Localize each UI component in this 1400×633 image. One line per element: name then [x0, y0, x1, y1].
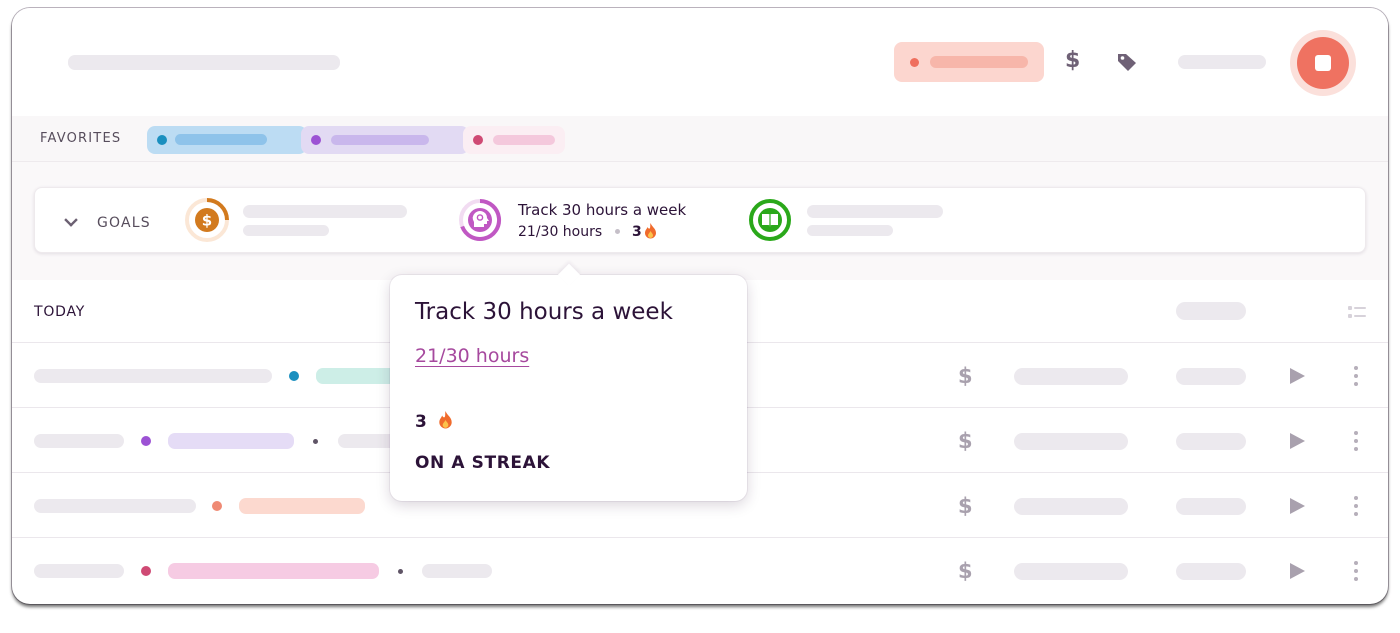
goal-meditation-head-icon[interactable]: [458, 198, 502, 242]
goal-title-placeholder: [243, 205, 407, 218]
project-dot: [157, 135, 167, 145]
project-dot: [311, 135, 321, 145]
entry-duration-placeholder: [1176, 498, 1246, 515]
billable-dollar-icon[interactable]: $: [958, 559, 973, 583]
separator-dot: [398, 569, 403, 574]
stop-button-core: [1297, 37, 1349, 89]
goal-title[interactable]: Track 30 hours a week: [518, 201, 686, 219]
goals-label: GOALS: [97, 215, 151, 231]
favorites-bar: FAVORITES: [12, 116, 1388, 162]
project-placeholder: [239, 498, 365, 514]
tag-icon[interactable]: [1116, 52, 1138, 72]
more-icon[interactable]: [1354, 366, 1358, 386]
more-icon[interactable]: [1354, 561, 1358, 581]
stop-timer-button[interactable]: [1290, 30, 1356, 96]
entry-duration-placeholder: [1176, 563, 1246, 580]
timer-description-placeholder: [930, 56, 1028, 68]
entry-time-range-placeholder: [1014, 563, 1128, 580]
goals-card: GOALS $ Track 30 hours a week 21/30 hour…: [34, 187, 1366, 253]
header-title-placeholder: [68, 55, 340, 70]
favorite-label-placeholder: [493, 135, 555, 145]
running-timer-entry[interactable]: [894, 42, 1044, 82]
favorites-label: FAVORITES: [40, 131, 122, 146]
goal-book-icon[interactable]: [748, 198, 792, 242]
favorite-label-placeholder: [175, 134, 267, 145]
fire-icon: [439, 411, 452, 429]
favorite-item[interactable]: [463, 126, 565, 154]
project-dot: [141, 436, 151, 446]
goal-progress: 21/30 hours: [518, 224, 603, 240]
entry-time-range-placeholder: [1014, 498, 1128, 515]
favorite-item[interactable]: [147, 126, 307, 154]
project-dot: [212, 501, 222, 511]
popover-progress-link[interactable]: 21/30 hours: [415, 345, 529, 367]
goal-popover: Track 30 hours a week 21/30 hours 3 ON A…: [390, 263, 747, 501]
entry-duration-placeholder: [1176, 433, 1246, 450]
streak-count: 3: [415, 412, 427, 432]
streak-label: ON A STREAK: [415, 453, 551, 473]
goals-section: GOALS $ Track 30 hours a week 21/30 hour…: [12, 162, 1388, 280]
popover-streak: 3: [415, 411, 453, 432]
day-total-placeholder: [1176, 302, 1246, 320]
project-dot: [910, 58, 919, 67]
play-icon[interactable]: [1290, 433, 1305, 449]
entry-description-placeholder: [34, 434, 124, 448]
timer-duration-placeholder: [1178, 55, 1266, 69]
billable-dollar-icon[interactable]: $: [1065, 50, 1080, 72]
billable-dollar-icon[interactable]: $: [958, 364, 973, 388]
play-icon[interactable]: [1290, 563, 1305, 579]
goal-dollar-coin-icon[interactable]: $: [185, 198, 229, 242]
project-dot: [473, 135, 483, 145]
list-view-icon[interactable]: [1348, 305, 1366, 319]
time-entry-row[interactable]: $: [12, 537, 1388, 602]
entry-description-placeholder: [34, 369, 272, 383]
entry-duration-placeholder: [1176, 368, 1246, 385]
entry-time-range-placeholder: [1014, 433, 1128, 450]
more-icon[interactable]: [1354, 496, 1358, 516]
goal-subtitle-placeholder: [807, 225, 893, 236]
play-icon[interactable]: [1290, 498, 1305, 514]
separator-dot: [313, 439, 318, 444]
project-placeholder: [168, 433, 294, 449]
goal-subtitle-placeholder: [243, 225, 329, 236]
project-dot: [289, 371, 299, 381]
entry-time-range-placeholder: [1014, 368, 1128, 385]
goal-title-placeholder: [807, 205, 943, 218]
header: $: [12, 8, 1388, 116]
separator-dot: [615, 229, 620, 234]
fire-icon: [645, 223, 656, 239]
more-icon[interactable]: [1354, 431, 1358, 451]
client-placeholder: [338, 434, 398, 448]
project-dot: [141, 566, 151, 576]
entry-description-placeholder: [34, 499, 196, 513]
project-placeholder: [168, 563, 379, 579]
goal-streak-count: 3: [632, 224, 642, 240]
chevron-down-icon[interactable]: [64, 213, 78, 227]
stop-icon: [1315, 55, 1331, 71]
play-icon[interactable]: [1290, 368, 1305, 384]
popover-title: Track 30 hours a week: [415, 299, 673, 325]
list-day-header: TODAY: [34, 304, 86, 320]
svg-text:$: $: [202, 212, 212, 230]
favorite-label-placeholder: [331, 135, 429, 145]
client-placeholder: [422, 564, 492, 578]
billable-dollar-icon[interactable]: $: [958, 494, 973, 518]
entry-description-placeholder: [34, 564, 124, 578]
favorite-item[interactable]: [301, 126, 469, 154]
billable-dollar-icon[interactable]: $: [958, 429, 973, 453]
